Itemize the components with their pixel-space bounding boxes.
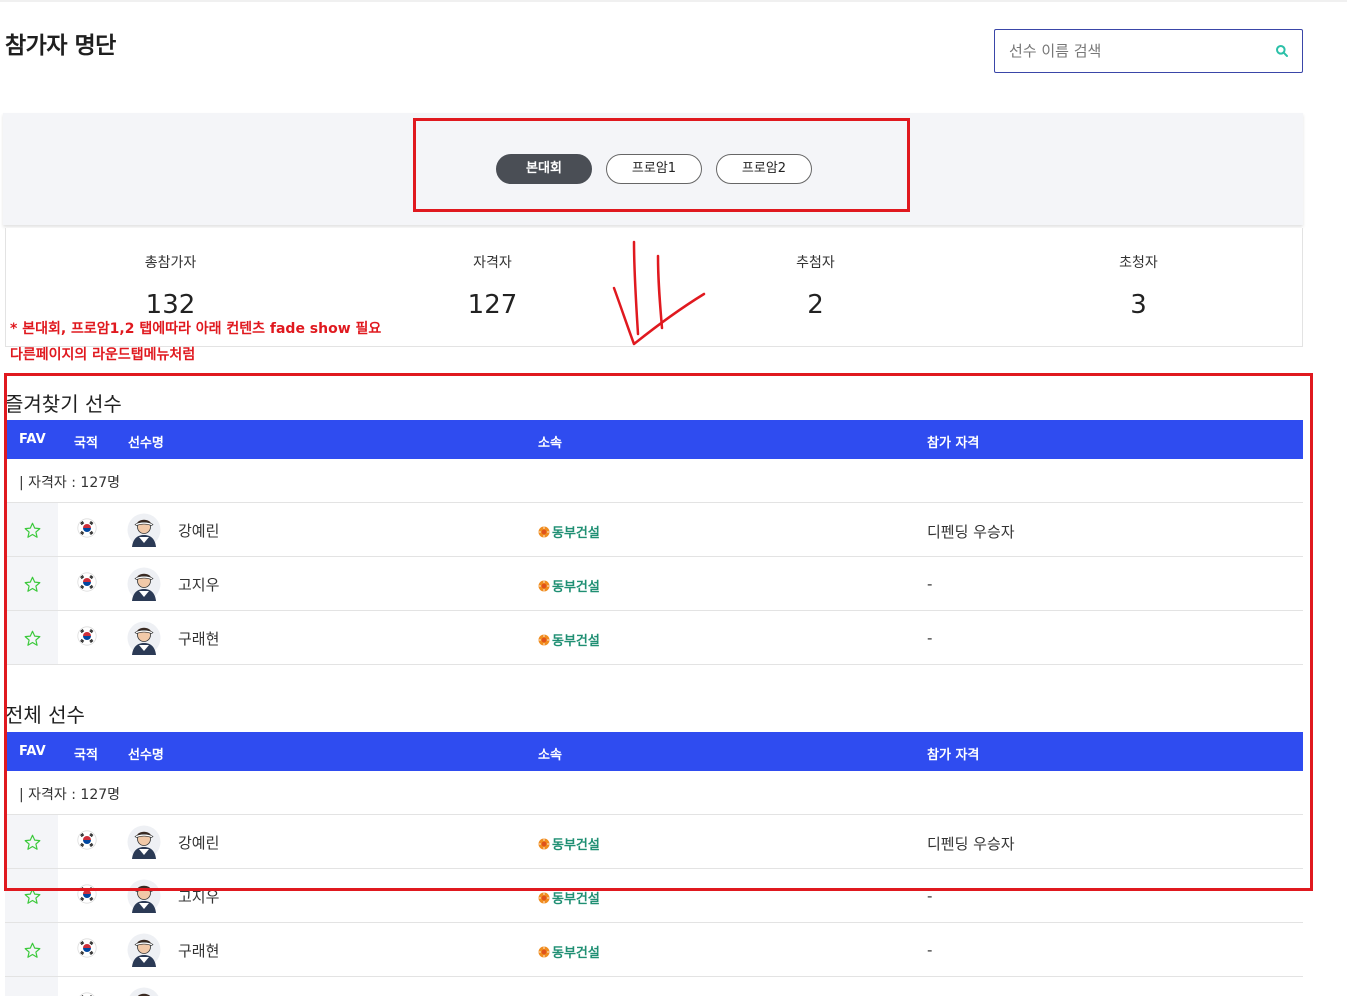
top-divider bbox=[0, 0, 1347, 2]
star-icon[interactable] bbox=[24, 942, 41, 959]
table-row[interactable]: 구래현 동부건설 - bbox=[5, 923, 1303, 977]
annotation-note: * 본대회, 프로암1,2 탭에따라 아래 컨텐츠 fade show 필요 bbox=[10, 321, 382, 337]
stat-value: 3 bbox=[1130, 290, 1147, 320]
affiliation-label: 동부건설 bbox=[552, 892, 600, 907]
search-icon[interactable] bbox=[1275, 44, 1289, 58]
annotation-content-highlight bbox=[4, 373, 1313, 891]
sponsor-logo-icon bbox=[538, 946, 550, 958]
avatar bbox=[127, 933, 161, 967]
stat-label: 총참가자 bbox=[144, 255, 197, 271]
affiliation: 동부건설 bbox=[538, 942, 600, 961]
fav-cell bbox=[5, 923, 58, 976]
annotation-arrow-icon bbox=[612, 240, 706, 346]
korea-flag-icon bbox=[77, 992, 97, 996]
sponsor-logo-icon bbox=[538, 892, 550, 904]
qualification: - bbox=[927, 941, 933, 959]
avatar bbox=[127, 987, 161, 996]
table-row[interactable] bbox=[5, 977, 1303, 996]
page-title: 참가자 명단 bbox=[5, 33, 116, 59]
korea-flag-icon bbox=[77, 938, 97, 958]
stat-value: 132 bbox=[145, 290, 196, 320]
stat-label: 초청자 bbox=[1119, 255, 1158, 271]
annotation-note: 다른페이지의 라운드탭메뉴처럼 bbox=[10, 347, 196, 363]
search-box[interactable] bbox=[994, 29, 1303, 73]
search-input[interactable] bbox=[1009, 39, 1259, 63]
fav-cell bbox=[5, 977, 58, 996]
affiliation-label: 동부건설 bbox=[552, 946, 600, 961]
annotation-tab-highlight bbox=[413, 118, 910, 212]
player-name[interactable]: 구래현 bbox=[178, 940, 219, 961]
